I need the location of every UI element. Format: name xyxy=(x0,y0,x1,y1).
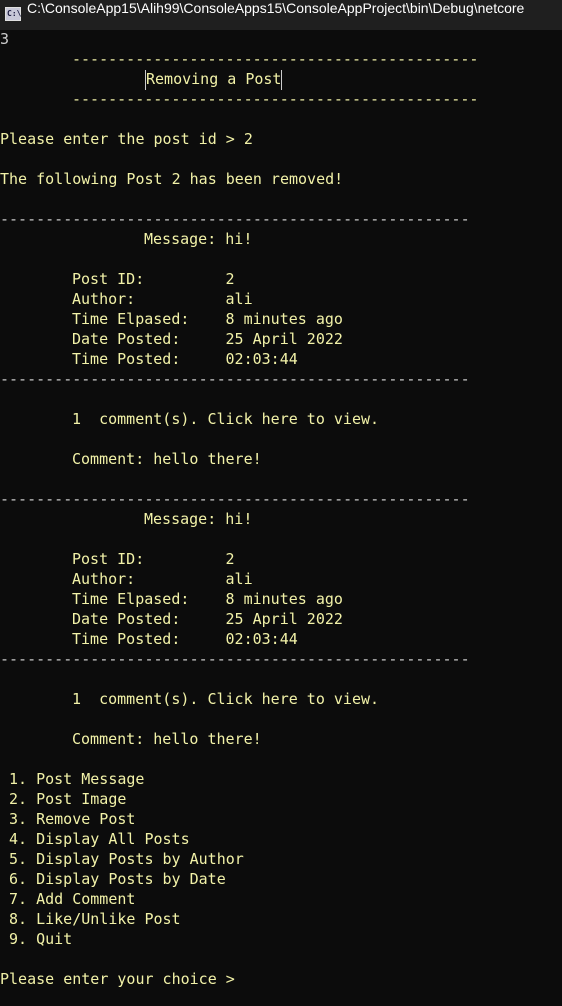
comments-link: 1 comment(s). Click here to view. xyxy=(72,690,380,708)
console-app-icon: C:\ xyxy=(5,7,21,21)
post-date-posted: Date Posted: 25 April 2022 xyxy=(72,610,343,628)
menu-item-display-all-posts: 4. Display All Posts xyxy=(9,830,190,848)
post-comment: Comment: hello there! xyxy=(72,730,262,748)
post-author: Author: ali xyxy=(72,290,253,308)
menu-item-remove-post: 3. Remove Post xyxy=(9,810,136,828)
post-id: Post ID: 2 xyxy=(72,550,235,568)
post-message: Message: hi! xyxy=(144,510,253,528)
post-time-posted: Time Posted: 02:03:44 xyxy=(72,630,298,648)
menu-item-post-message: 1. Post Message xyxy=(9,770,145,788)
choice-prompt[interactable]: Please enter your choice > xyxy=(0,970,235,990)
post-message: Message: hi! xyxy=(144,230,253,248)
post-date-posted: Date Posted: 25 April 2022 xyxy=(72,330,343,348)
menu-item-display-posts-by-author: 5. Display Posts by Author xyxy=(9,850,244,868)
post-time-posted: Time Posted: 02:03:44 xyxy=(72,350,298,368)
post-rule-top: ----------------------------------------… xyxy=(0,490,470,508)
window-title: C:\ConsoleApp15\Alih99\ConsoleApps15\Con… xyxy=(27,0,525,16)
post-time-elapsed: Time Elpased: 8 minutes ago xyxy=(72,310,343,328)
header-rule-top: ----------------------------------------… xyxy=(72,50,479,68)
post-id-prompt: Please enter the post id > 2 xyxy=(0,130,253,148)
header-title: Removing a Post xyxy=(145,70,283,90)
post-time-elapsed: Time Elpased: 8 minutes ago xyxy=(72,590,343,608)
header-rule-bottom: ----------------------------------------… xyxy=(72,90,479,108)
menu-item-post-image: 2. Post Image xyxy=(9,790,127,808)
console-output[interactable]: 3 --------------------------------------… xyxy=(0,30,562,1006)
user-input-choice: 3 xyxy=(0,30,10,48)
post-id: Post ID: 2 xyxy=(72,270,235,288)
post-comment: Comment: hello there! xyxy=(72,450,262,468)
title-bar[interactable]: C:\ C:\ConsoleApp15\Alih99\ConsoleApps15… xyxy=(0,0,562,30)
removed-message: The following Post 2 has been removed! xyxy=(0,170,344,188)
menu-item-display-posts-by-date: 6. Display Posts by Date xyxy=(9,870,226,888)
post-author: Author: ali xyxy=(72,570,253,588)
post-rule-bottom: ----------------------------------------… xyxy=(0,650,470,668)
menu-item-quit: 9. Quit xyxy=(9,930,73,948)
menu-item-add-comment: 7. Add Comment xyxy=(9,890,136,908)
menu-item-like-unlike-post: 8. Like/Unlike Post xyxy=(9,910,181,928)
post-rule-top: ----------------------------------------… xyxy=(0,210,470,228)
post-rule-bottom: ----------------------------------------… xyxy=(0,370,470,388)
comments-link: 1 comment(s). Click here to view. xyxy=(72,410,380,428)
